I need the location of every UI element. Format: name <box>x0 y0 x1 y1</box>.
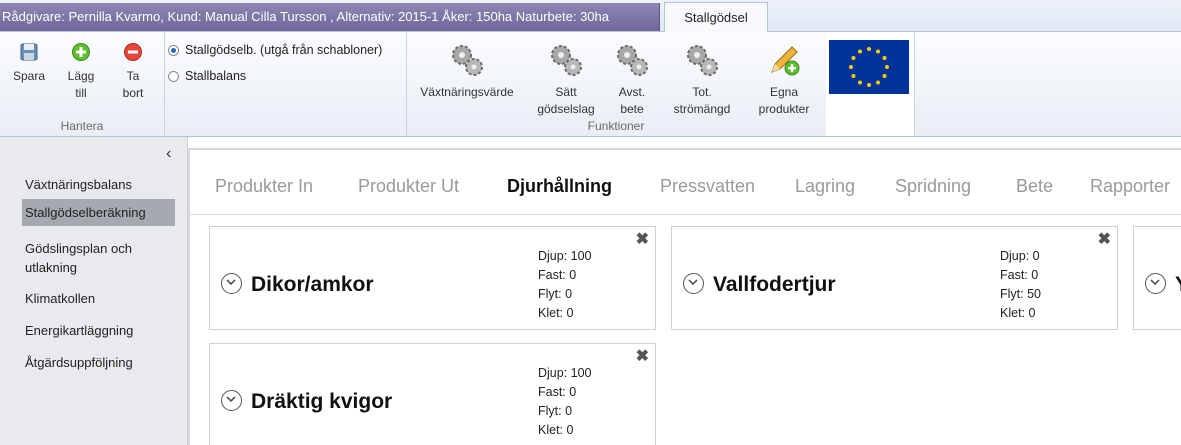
sidebar: ‹ Växtnäringsbalans Stallgödselberäkning… <box>0 137 188 445</box>
title-bar: Rådgivare: Pernilla Kvarmo, Kund: Manual… <box>0 0 1181 32</box>
stat-flyt: Flyt: 50 <box>1000 287 1041 301</box>
stat-klet: Klet: 0 <box>538 423 574 437</box>
collapse-chevron-icon[interactable]: ‹ <box>166 145 171 163</box>
animal-name: Y <box>1175 273 1181 297</box>
sidebar-item-energikartlaggning[interactable]: Energikartläggning <box>22 317 175 344</box>
add-button[interactable]: Lägg till <box>60 42 102 102</box>
tab-pressvatten[interactable]: Pressvatten <box>660 176 755 197</box>
sidebar-item-godslingsplan[interactable]: Gödslingsplan och utlakning <box>22 235 175 281</box>
tab-rapporter[interactable]: Rapporter <box>1090 176 1170 197</box>
group-funktioner: Växtnäringsvärde Sätt gödselslag Avst. b… <box>406 32 827 136</box>
animal-card: ✖ Dräktig kvigor Djup: 100 Fast: 0 Flyt:… <box>209 343 656 445</box>
chevron-down-icon[interactable] <box>683 273 704 294</box>
stat-klet: Klet: 0 <box>538 306 574 320</box>
save-icon <box>20 43 38 61</box>
stat-flyt: Flyt: 0 <box>538 287 573 301</box>
stat-klet: Klet: 0 <box>1000 306 1036 320</box>
tabs-divider <box>190 214 1181 215</box>
animal-card: Y <box>1133 226 1181 330</box>
animal-stats: Djup: 100 Fast: 0 Flyt: 0 Klet: 0 <box>538 247 592 323</box>
option-label: Stallbalans <box>185 69 247 83</box>
eu-logo <box>826 32 915 136</box>
sidebar-item-atgardsuppfoljning[interactable]: Åtgärdsuppföljning <box>22 349 175 376</box>
egna-produkter-button[interactable]: Egna produkter <box>748 42 820 118</box>
tab-djurhallning[interactable]: Djurhållning <box>507 176 612 197</box>
egna-produkter-label: Egna produkter <box>758 85 810 116</box>
stat-fast: Fast: 0 <box>538 268 577 282</box>
tab-lagring[interactable]: Lagring <box>795 176 855 197</box>
stat-djup: Djup: 100 <box>538 249 592 263</box>
sidebar-item-stallgodselberakning[interactable]: Stallgödselberäkning <box>22 199 175 226</box>
tab-spridning[interactable]: Spridning <box>895 176 971 197</box>
group-label-funktioner: Funktioner <box>587 119 645 133</box>
tab-produkter-in[interactable]: Produkter In <box>215 176 313 197</box>
remove-label: Ta bort <box>122 69 144 100</box>
close-icon[interactable]: ✖ <box>636 346 649 366</box>
gears-icon <box>687 45 718 76</box>
close-icon[interactable]: ✖ <box>1098 229 1111 249</box>
tab-stallgodsel[interactable]: Stallgödsel <box>664 2 768 32</box>
add-label: Lägg till <box>67 69 95 100</box>
chevron-down-icon[interactable] <box>221 273 242 294</box>
animal-name: Dräktig kvigor <box>251 390 393 413</box>
animal-card: ✖ Dikor/amkor Djup: 100 Fast: 0 Flyt: 0 … <box>209 226 656 330</box>
tab-bete[interactable]: Bete <box>1016 176 1053 197</box>
tab-produkter-ut[interactable]: Produkter Ut <box>358 176 459 197</box>
stat-flyt: Flyt: 0 <box>538 404 573 418</box>
animal-name: Vallfodertjur <box>713 273 836 296</box>
option-label: Stallgödselb. (utgå från schabloner) <box>185 43 383 57</box>
radio-selected[interactable] <box>168 44 179 56</box>
eu-flag-icon <box>829 40 909 94</box>
gears-icon <box>617 45 648 76</box>
save-label: Spara <box>12 69 46 83</box>
stat-fast: Fast: 0 <box>538 385 577 399</box>
gears-icon <box>551 45 582 76</box>
satt-godselslag-label: Sätt gödselslag <box>537 85 595 116</box>
remove-button[interactable]: Ta bort <box>112 42 154 102</box>
vaxtnaringsvarde-button[interactable]: Växtnäringsvärde <box>414 42 520 101</box>
radio-unselected[interactable] <box>168 70 179 82</box>
group-hantera: Spara Lägg till Ta bort Hantera <box>0 32 165 136</box>
stat-djup: Djup: 0 <box>1000 249 1040 263</box>
chevron-down-icon[interactable] <box>1145 273 1166 294</box>
option-stallbalans[interactable]: Stallbalans <box>168 69 246 83</box>
stat-djup: Djup: 100 <box>538 366 592 380</box>
session-info: Rådgivare: Pernilla Kvarmo, Kund: Manual… <box>0 3 660 31</box>
tot-stromangd-button[interactable]: Tot. strömängd <box>662 42 742 118</box>
avst-bete-label: Avst. bete <box>618 85 646 116</box>
group-label-hantera: Hantera <box>60 119 104 133</box>
animal-name: Dikor/amkor <box>251 273 374 296</box>
chevron-down-icon[interactable] <box>221 390 242 411</box>
animal-stats: Djup: 0 Fast: 0 Flyt: 50 Klet: 0 <box>1000 247 1041 323</box>
stat-fast: Fast: 0 <box>1000 268 1039 282</box>
tot-stromangd-label: Tot. strömängd <box>673 85 731 116</box>
avst-bete-button[interactable]: Avst. bete <box>602 42 662 118</box>
ribbon: Spara Lägg till Ta bort Hantera Stallgöd… <box>0 31 1181 137</box>
remove-icon <box>124 43 142 61</box>
vaxtnaringsvarde-label: Växtnäringsvärde <box>420 85 514 99</box>
close-icon[interactable]: ✖ <box>636 229 649 249</box>
satt-godselslag-button[interactable]: Sätt gödselslag <box>530 42 602 118</box>
save-button[interactable]: Spara <box>8 42 50 85</box>
add-icon <box>72 43 90 61</box>
sidebar-item-klimatkollen[interactable]: Klimatkollen <box>22 285 175 312</box>
pencil-add-icon <box>771 46 800 76</box>
main-panel: Produkter In Produkter Ut Djurhållning P… <box>188 148 1181 445</box>
sidebar-item-vaxtnaringsbalans[interactable]: Växtnäringsbalans <box>22 171 175 198</box>
animal-stats: Djup: 100 Fast: 0 Flyt: 0 Klet: 0 <box>538 364 592 440</box>
animal-card: ✖ Vallfodertjur Djup: 0 Fast: 0 Flyt: 50… <box>671 226 1118 330</box>
option-stallgodselb[interactable]: Stallgödselb. (utgå från schabloner) <box>168 43 382 57</box>
gears-icon <box>452 45 483 76</box>
